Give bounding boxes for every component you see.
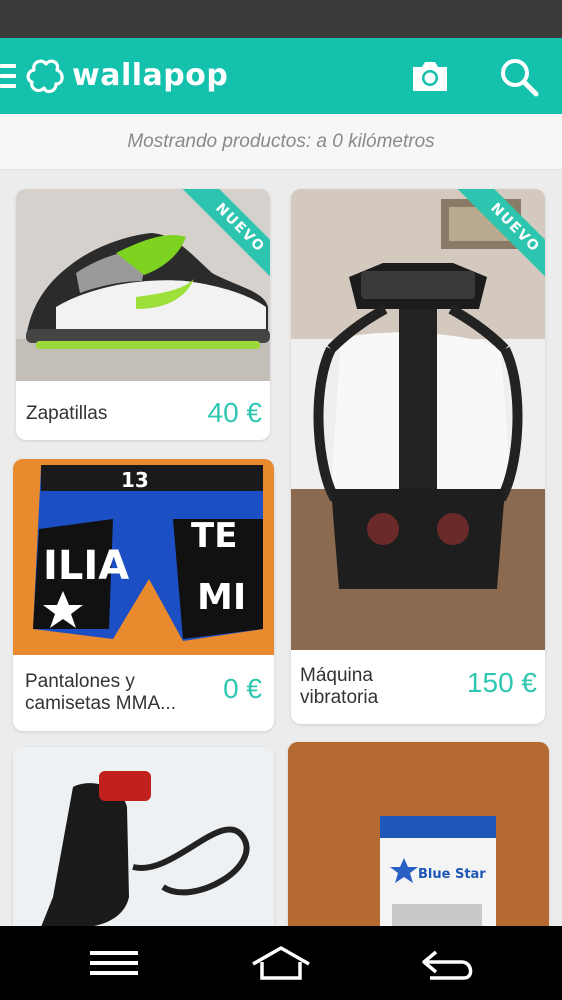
product-card-pantalones-mma[interactable]: 13 ILIA TE MI Pantalones y camisetas MMA… xyxy=(13,459,274,731)
product-price: 40 € xyxy=(207,397,263,428)
nuevo-badge: NUEVO xyxy=(178,189,270,281)
system-navigation-bar xyxy=(0,926,562,1000)
product-card[interactable] xyxy=(13,747,274,947)
product-card[interactable]: Blue Star xyxy=(288,742,549,947)
product-card-maquina-vibratoria[interactable]: NUEVO Máquina vibratoria 150 € xyxy=(291,189,545,724)
home-icon[interactable] xyxy=(250,944,312,984)
app-title: wallapop xyxy=(72,58,229,93)
status-bar xyxy=(0,0,562,38)
svg-text:MI: MI xyxy=(197,577,246,618)
product-title: Zapatillas xyxy=(26,403,108,424)
svg-text:TE: TE xyxy=(191,516,237,556)
app-bar: wallapop xyxy=(0,38,562,114)
product-card-zapatillas[interactable]: NUEVO Zapatillas 40 € xyxy=(16,189,270,440)
product-title: Pantalones y camisetas MMA... xyxy=(25,671,176,714)
svg-text:13: 13 xyxy=(121,468,149,492)
search-icon[interactable] xyxy=(498,56,540,98)
svg-text:Blue Star: Blue Star xyxy=(418,867,486,882)
product-price: 0 € xyxy=(223,673,262,704)
wallapop-logo-icon[interactable] xyxy=(24,56,66,96)
product-title: Máquina vibratoria xyxy=(300,665,379,708)
menu-icon[interactable] xyxy=(0,64,16,88)
camera-icon[interactable] xyxy=(410,58,450,94)
location-filter-bar[interactable]: Mostrando productos: a 0 kilómetros xyxy=(0,114,562,170)
svg-text:ILIA: ILIA xyxy=(43,543,129,589)
nuevo-badge: NUEVO xyxy=(453,189,545,281)
location-filter-text: Mostrando productos: a 0 kilómetros xyxy=(127,130,435,152)
product-image: Blue Star xyxy=(288,742,549,947)
back-icon[interactable] xyxy=(418,946,478,984)
product-image: 13 ILIA TE MI xyxy=(13,459,274,655)
product-image xyxy=(13,747,274,947)
menu-icon[interactable] xyxy=(88,948,140,978)
product-price: 150 € xyxy=(466,667,537,698)
